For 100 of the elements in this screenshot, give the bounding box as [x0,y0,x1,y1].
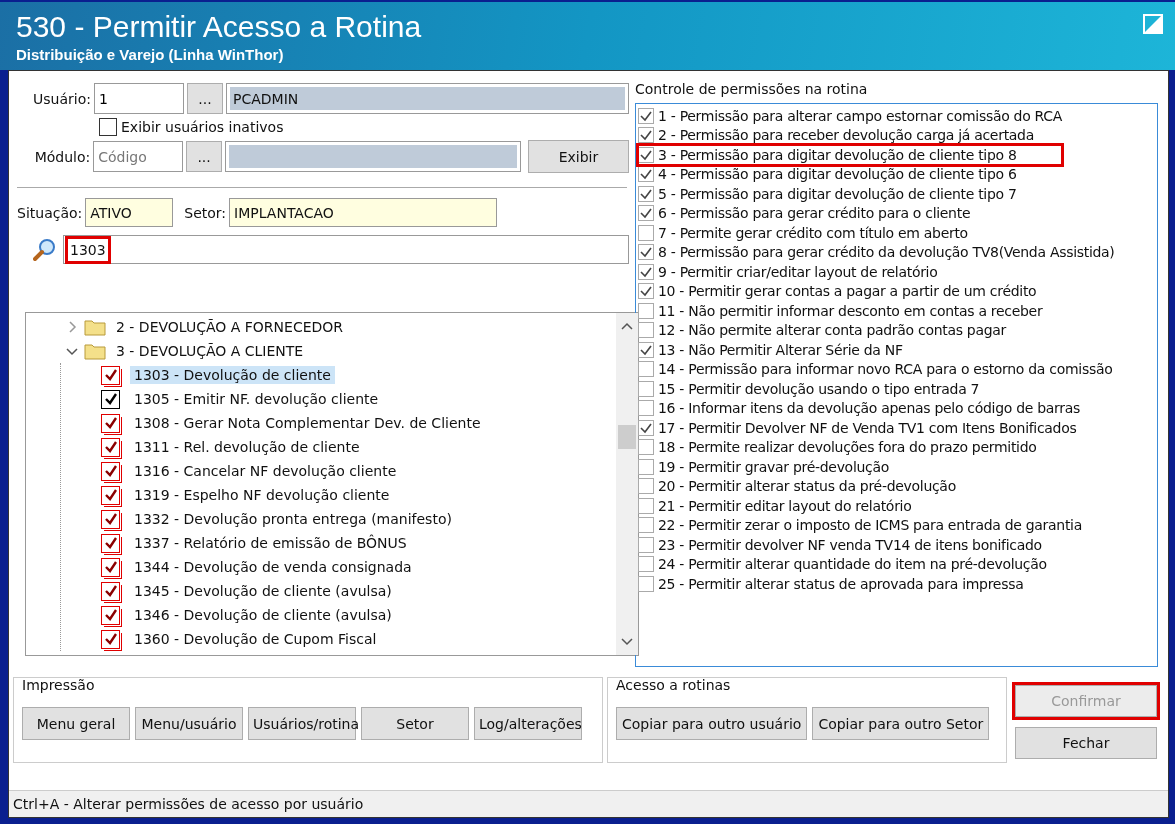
checkbox[interactable] [101,437,120,457]
check-icon [103,368,118,382]
group-title: Impressão [22,677,96,693]
checkbox[interactable] [638,556,654,573]
permission-label: 19 - Permitir gravar pré-devolução [658,458,889,475]
tree-item[interactable]: 1316 - Cancelar NF devolução cliente [130,462,401,480]
checkbox[interactable] [638,146,654,163]
module-name-field[interactable] [224,141,521,172]
checkbox[interactable] [638,380,654,397]
check-icon [103,584,118,598]
checkbox[interactable] [638,497,654,514]
tree-item[interactable]: 1332 - Devolução pronta entrega (manifesto) [130,510,456,528]
permission-label: 18 - Permite realizar devoluções fora do prazo permitido [658,439,1037,456]
scroll-thumb[interactable] [618,425,636,449]
lookup-button[interactable]: ... [186,141,222,172]
tree-item[interactable]: 1344 - Devolução de venda consignada [130,558,416,576]
tree-item[interactable]: 1305 - Emitir NF. devolução cliente [130,390,383,408]
check-icon [640,343,652,356]
checkbox[interactable] [101,389,120,409]
checkbox[interactable] [638,478,654,495]
checkbox[interactable] [638,185,654,202]
tree-item[interactable]: 1345 - Devolução de cliente (avulsa) [130,582,396,600]
tree-item[interactable]: 1311 - Rel. devolução de cliente [130,438,364,456]
module-code-field[interactable]: Código [93,141,184,172]
checkbox[interactable] [638,127,654,144]
permission-label: 2 - Permissão para receber devolução carga já acertada [658,127,1034,144]
permission-label: 7 - Permite gerar crédito com título em aberto [658,224,968,241]
user-name-field: PCADMIN [226,83,629,114]
lookup-button[interactable]: ... [187,83,223,114]
permission-label: 1 - Permissão para alterar campo estornar comissão do RCA [658,107,1063,124]
action-button[interactable]: Fechar [1015,727,1157,759]
checkbox[interactable] [101,461,120,481]
checkbox[interactable] [638,341,654,358]
permission-label: 4 - Permissão para digitar devolução de cliente tipo 6 [658,166,1017,183]
checkbox[interactable] [101,509,120,529]
tree-item[interactable]: 2 - DEVOLUÇÃO A FORNECEDOR [112,318,348,336]
print-button[interactable]: Setor [361,707,469,740]
checkbox[interactable] [638,244,654,261]
print-button[interactable]: Menu/usuário [135,707,243,740]
checkbox[interactable] [638,263,654,280]
sector-label: Setor: [184,204,227,221]
tree-item[interactable]: 1303 - Devolução de cliente [130,366,335,384]
tree-item[interactable]: 1360 - Devolução de Cupom Fiscal [130,630,381,648]
checkbox[interactable] [101,629,120,649]
check-icon [640,109,652,122]
tree-item[interactable]: 1319 - Espelho NF devolução cliente [130,486,394,504]
print-button[interactable]: Log/alterações [474,707,582,740]
check-icon [103,560,118,574]
checkbox[interactable] [638,322,654,339]
check-icon [103,632,118,646]
tree-item[interactable]: 1346 - Devolução de cliente (avulsa) [130,606,396,624]
user-code-field[interactable]: 1 [94,83,184,114]
checkbox[interactable] [638,302,654,319]
checkbox[interactable] [638,536,654,553]
checkbox[interactable] [101,557,120,577]
check-icon [103,512,118,526]
checkbox[interactable] [638,400,654,417]
checkbox[interactable] [101,413,120,433]
checkbox[interactable] [638,361,654,378]
checkbox[interactable] [638,283,654,300]
status-field: ATIVO [85,198,174,227]
checkbox[interactable] [638,419,654,436]
checkbox[interactable] [101,605,120,625]
permission-label: 3 - Permissão para digitar devolução de cliente tipo 8 [658,146,1017,163]
permission-label: 25 - Permitir alterar status de aprovada para impressa [658,575,1024,592]
checkbox[interactable] [101,581,120,601]
folder-icon [84,318,106,336]
checkbox[interactable] [638,205,654,222]
permission-label: 13 - Não Permitir Alterar Série da NF [658,341,903,358]
permission-label: 17 - Permitir Devolver NF de Venda TV1 com Itens Bonificados [658,419,1077,436]
check-icon [640,187,652,200]
print-button[interactable]: Copiar para outro Setor [812,707,990,740]
permission-label: 12 - Não permite alterar conta padrão contas pagar [658,322,1007,339]
tree-item[interactable]: 3 - DEVOLUÇÃO A CLIENTE [112,342,308,360]
checkbox[interactable] [638,439,654,456]
check-icon [640,207,652,220]
check-icon [640,129,652,142]
checkbox[interactable] [638,575,654,592]
permission-label: 20 - Permitir alterar status da pré-devolução [658,478,956,495]
checkbox[interactable] [101,365,120,385]
print-button[interactable]: Copiar para outro usuário [616,707,808,740]
permission-label: 24 - Permitir alterar quantidade do item na pré-devolução [658,556,1047,573]
tree-item[interactable]: 1308 - Gerar Nota Complementar Dev. de Cliente [130,414,485,432]
show-button[interactable]: Exibir [527,140,629,173]
search-field[interactable]: 1303 [63,235,629,264]
collapse-icon[interactable] [66,345,78,357]
checkbox[interactable] [638,224,654,241]
checkbox[interactable] [638,107,654,124]
checkbox[interactable] [101,533,120,553]
permission-label: 11 - Não permitir informar desconto em contas a receber [658,302,1043,319]
check-icon [640,148,652,161]
scrollbar[interactable] [616,313,638,655]
print-button[interactable]: Menu geral [22,707,130,740]
checkbox[interactable] [101,485,120,505]
checkbox[interactable] [638,517,654,534]
tree-item[interactable]: 1337 - Relatório de emissão de BÔNUS [130,534,411,552]
check-icon [640,168,652,181]
print-button[interactable]: Usuários/rotina [248,707,356,740]
checkbox[interactable] [638,458,654,475]
expand-icon[interactable] [66,321,78,333]
